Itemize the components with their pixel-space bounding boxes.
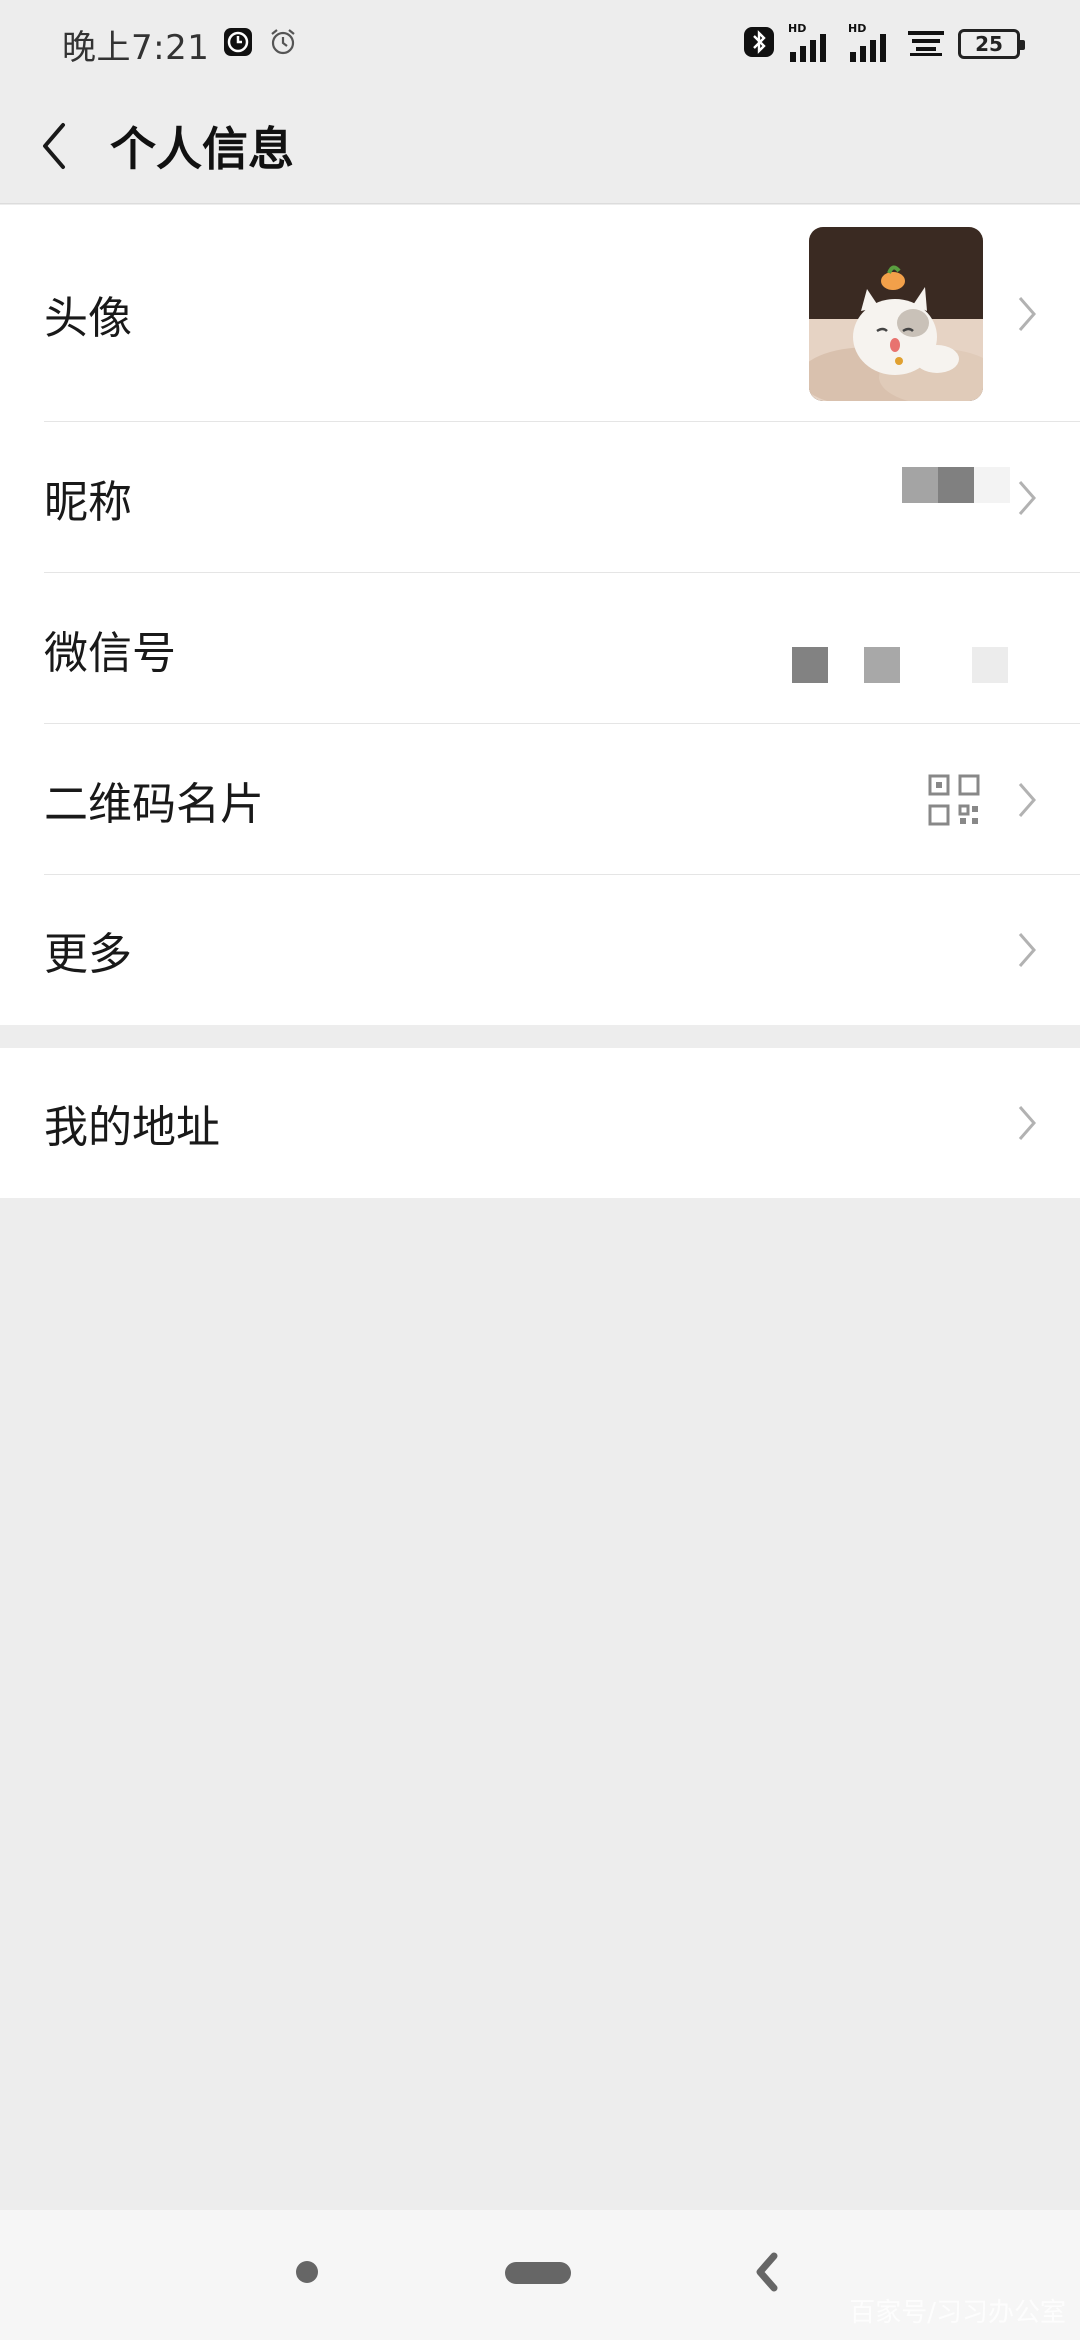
status-time: 晚上7:21 xyxy=(62,27,210,68)
alarm-clock-icon xyxy=(267,26,299,62)
nickname-chevron-icon xyxy=(1018,480,1036,515)
nickname-row[interactable]: 昵称 xyxy=(0,422,1080,573)
more-row[interactable]: 更多 xyxy=(0,875,1080,1025)
nickname-mosaic xyxy=(902,467,1010,503)
address-label: 我的地址 xyxy=(44,1102,220,1153)
avatar-row[interactable]: 头像 xyxy=(0,205,1080,422)
status-left: 晚上7:21 xyxy=(62,20,299,69)
qr-card-row[interactable]: 二维码名片 xyxy=(0,724,1080,875)
status-right: HD HD 25 xyxy=(744,22,1025,64)
wechat-id-mosaic xyxy=(792,647,1008,683)
avatar-chevron-icon xyxy=(1018,296,1036,331)
address-row[interactable]: 我的地址 xyxy=(0,1048,1080,1198)
wechat-id-label: 微信号 xyxy=(44,627,176,679)
home-pill-button[interactable] xyxy=(505,2262,571,2284)
more-chevron-icon xyxy=(1018,933,1036,967)
wifi-icon xyxy=(908,27,944,61)
nav-bar: 个人信息 xyxy=(0,88,1080,204)
address-group: 我的地址 xyxy=(0,1048,1080,1198)
alarm-app-icon xyxy=(223,27,253,61)
qr-card-label: 二维码名片 xyxy=(44,778,264,830)
signal-2-icon: HD xyxy=(848,22,894,64)
battery-icon: 25 xyxy=(958,29,1025,59)
nickname-label: 昵称 xyxy=(44,476,132,528)
avatar-label: 头像 xyxy=(44,292,132,344)
system-back-icon[interactable] xyxy=(752,2250,782,2294)
qr-chevron-icon xyxy=(1018,782,1036,817)
signal-1-icon: HD xyxy=(788,22,834,64)
screen: 晚上7:21 HD HD 25 个人信息 头像 昵称 微信号 二维码名片 更多 … xyxy=(0,0,1080,2340)
profile-group: 头像 昵称 微信号 二维码名片 更多 xyxy=(0,205,1080,1025)
qr-code-icon xyxy=(928,774,980,825)
recents-dot-button[interactable] xyxy=(296,2261,318,2283)
watermark: 百家号/习习办公室 xyxy=(849,2298,1066,2328)
bluetooth-icon xyxy=(744,26,774,62)
hd-label-2: HD xyxy=(848,22,867,35)
back-arrow-icon xyxy=(43,122,65,169)
page-title: 个人信息 xyxy=(110,121,294,176)
status-bar: 晚上7:21 HD HD 25 xyxy=(0,0,1080,88)
avatar xyxy=(809,227,983,401)
hd-label: HD xyxy=(788,22,807,35)
wechat-id-row[interactable]: 微信号 xyxy=(0,573,1080,724)
back-button[interactable] xyxy=(4,88,104,204)
more-label: 更多 xyxy=(44,929,132,980)
battery-level: 25 xyxy=(975,32,1003,56)
address-chevron-icon xyxy=(1018,1106,1036,1140)
